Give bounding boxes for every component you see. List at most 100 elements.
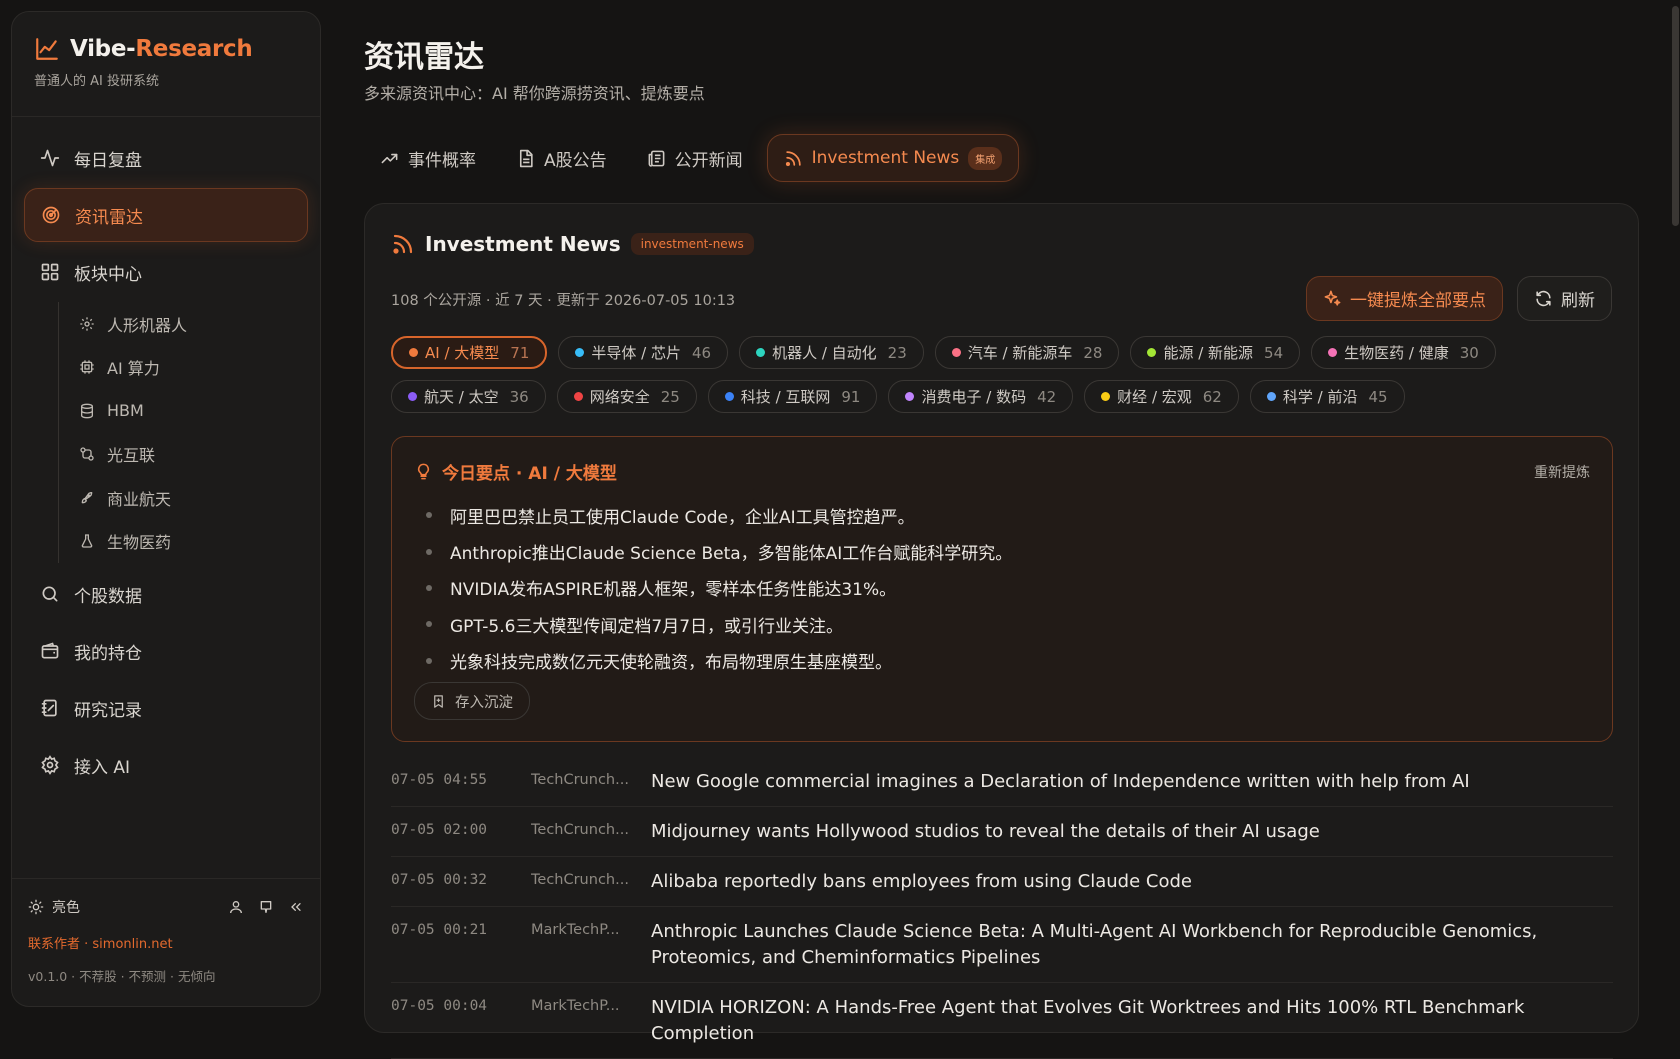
tab-event-probability[interactable]: 事件概率 [364, 134, 492, 182]
collapse-icon[interactable] [288, 899, 304, 915]
news-title[interactable]: Alibaba reportedly bans employees from u… [651, 869, 1613, 895]
category-chip[interactable]: 汽车 / 新能源车 28 [934, 336, 1120, 369]
sub-item-optical-interconnect[interactable]: 光互联 [79, 433, 308, 477]
news-title[interactable]: NVIDIA HORIZON: A Hands-Free Agent that … [651, 995, 1613, 1047]
brand-name[interactable]: Vibe-Research [70, 36, 253, 62]
news-row[interactable]: 07-05 00:21 MarkTechP... Anthropic Launche… [391, 907, 1613, 983]
flask-icon [79, 533, 95, 549]
category-dot [951, 348, 961, 357]
category-chip[interactable]: 航天 / 太空 36 [391, 380, 546, 413]
category-dot [1328, 348, 1338, 357]
summary-point-text: 阿里巴巴禁止员工使用Claude Code，企业AI工具管控趋严。 [450, 507, 915, 528]
summary-point-text: NVIDIA发布ASPIRE机器人框架，零样本任务性能达31%。 [450, 580, 897, 601]
github-icon[interactable] [258, 899, 274, 915]
brand-name-accent: Research [135, 36, 253, 62]
nav-item-research-notes[interactable]: 研究记录 [24, 681, 308, 735]
sub-item-label: 人形机器人 [107, 315, 188, 335]
news-row[interactable]: 07-05 00:32 TechCrunch... Alibaba reported… [391, 857, 1613, 907]
tab-investment-news[interactable]: Investment News 集成 [766, 134, 1020, 182]
chip-count: 91 [841, 387, 861, 406]
chip-label: 网络安全 [589, 388, 650, 406]
category-chip[interactable]: 机器人 / 自动化 23 [739, 336, 924, 369]
tab-public-news[interactable]: 公开新闻 [631, 134, 759, 182]
tab-a-share-announcements[interactable]: A股公告 [500, 134, 623, 182]
theme-toggle[interactable]: 亮色 [28, 897, 80, 917]
news-source: TechCrunch... [531, 822, 629, 838]
nav-item-connect-ai[interactable]: 接入 AI [24, 738, 308, 792]
chip-label: 财经 / 宏观 [1117, 388, 1192, 406]
nav-item-label: 资讯雷达 [75, 207, 143, 228]
chip-count: 45 [1368, 387, 1388, 406]
news-title[interactable]: Midjourney wants Hollywood studios to re… [651, 819, 1613, 845]
category-chip[interactable]: 科技 / 互联网 91 [707, 380, 878, 413]
summary-points: 阿里巴巴禁止员工使用Claude Code，企业AI工具管控趋严。 Anthrop… [426, 497, 1012, 679]
chip-label: 消费电子 / 数码 [921, 388, 1027, 406]
news-row[interactable]: 07-05 00:04 MarkTechP... NVIDIA HORIZON: A… [391, 983, 1613, 1059]
nav-item-label: 我的持仓 [74, 643, 142, 664]
category-chip[interactable]: AI / 大模型 71 [391, 336, 548, 369]
chip-label: 科学 / 前沿 [1282, 388, 1358, 406]
news-row[interactable]: 07-05 02:00 TechCrunch... Midjourney wants… [391, 807, 1613, 857]
sub-item-ai-compute[interactable]: AI 算力 [79, 346, 308, 390]
news-title[interactable]: New Google commercial imagines a Declara… [651, 769, 1613, 795]
sub-item-label: 光互联 [107, 446, 156, 466]
sun-icon [28, 899, 44, 915]
nav-item-daily-review[interactable]: 每日复盘 [24, 131, 308, 185]
chip-label: 半导体 / 芯片 [591, 344, 681, 362]
save-to-archive-button[interactable]: 存入沉淀 [414, 682, 530, 720]
news-time: 07-05 00:04 [391, 998, 488, 1014]
category-dot [1147, 348, 1157, 357]
news-source: MarkTechP... [531, 998, 620, 1014]
sub-item-label: 商业航天 [107, 489, 172, 509]
news-title[interactable]: Anthropic Launches Claude Science Beta: … [651, 919, 1613, 971]
sidebar-nav: 每日复盘 资讯雷达 板块中心 人形机器人 AI 算力 HBM 光互联 商业航天 … [12, 117, 320, 792]
summary-point: NVIDIA发布ASPIRE机器人框架，零样本任务性能达31%。 [426, 570, 1012, 606]
news-row[interactable]: 07-05 04:55 TechCrunch... New Google comme… [391, 757, 1613, 807]
chip-label: 生物医药 / 健康 [1344, 344, 1449, 362]
category-dot [905, 392, 915, 401]
grid-icon [40, 262, 60, 282]
category-dot [408, 392, 417, 401]
refresh-label: 刷新 [1561, 291, 1595, 311]
summary-header: 今日要点 · AI / 大模型 [414, 459, 617, 484]
page-subtitle: 多来源资讯中心：AI 帮你跨源捞资讯、提炼要点 [364, 84, 705, 103]
page-scrollbar[interactable] [1670, 0, 1680, 1018]
extract-all-button[interactable]: 一键提炼全部要点 [1306, 276, 1503, 321]
category-dot [1266, 392, 1276, 401]
chip-label: AI / 大模型 [425, 344, 500, 362]
rss-icon [784, 149, 803, 168]
user-icon[interactable] [228, 899, 244, 915]
category-chip[interactable]: 半导体 / 芯片 46 [558, 336, 729, 369]
nav-item-sector-center[interactable]: 板块中心 [24, 245, 308, 299]
sub-item-biomedicine[interactable]: 生物医药 [79, 520, 308, 564]
category-dot [724, 392, 734, 401]
bullet-dot [426, 621, 432, 628]
category-chip[interactable]: 网络安全 25 [556, 380, 697, 413]
chip-count: 46 [691, 343, 712, 362]
category-dot [1101, 392, 1111, 401]
nav-item-stock-data[interactable]: 个股数据 [24, 567, 308, 621]
contact-link[interactable]: 联系作者 · simonlin.net [28, 933, 304, 952]
regenerate-button[interactable]: 重新提炼 [1534, 462, 1590, 482]
chip-count: 28 [1083, 343, 1103, 362]
bullet-dot [426, 548, 432, 555]
category-chip[interactable]: 能源 / 新能源 54 [1130, 336, 1301, 369]
summary-point: Anthropic推出Claude Science Beta，多智能体AI工作台… [426, 533, 1012, 569]
summary-point: GPT-5.6三大模型传闻定档7月7日，或引行业关注。 [426, 606, 1012, 642]
category-chip[interactable]: 科学 / 前沿 45 [1249, 380, 1405, 413]
nav-item-news-radar[interactable]: 资讯雷达 [24, 188, 308, 242]
scrollbar-thumb[interactable] [1672, 6, 1679, 226]
nav-item-my-holdings[interactable]: 我的持仓 [24, 624, 308, 678]
refresh-button[interactable]: 刷新 [1517, 276, 1612, 321]
panel-header: Investment News investment-news [391, 232, 754, 256]
rocket-icon [79, 490, 95, 506]
sub-item-commercial-space[interactable]: 商业航天 [79, 476, 308, 520]
sub-item-hbm[interactable]: HBM [79, 389, 308, 433]
category-chip[interactable]: 消费电子 / 数码 42 [888, 380, 1074, 413]
category-chip[interactable]: 生物医药 / 健康 30 [1311, 336, 1496, 369]
newspaper-icon [647, 149, 666, 168]
sub-item-humanoid-robot[interactable]: 人形机器人 [79, 302, 308, 346]
sidebar: Vibe-Research 普通人的 AI 投研系统 每日复盘 资讯雷达 板块中… [11, 11, 321, 1007]
category-chip[interactable]: 财经 / 宏观 62 [1084, 380, 1239, 413]
sidebar-footer: 亮色 联系作者 · simonlin.net v0.1.0 · 不荐股 · 不预… [12, 878, 320, 1006]
